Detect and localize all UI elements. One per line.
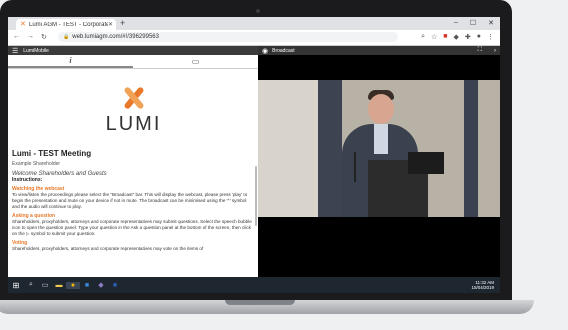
broadcast-header: ◉ Broadcast ⛶ › [258,46,500,55]
maximize-icon[interactable]: ☐ [470,19,476,27]
windows-start-icon[interactable]: ⊞ [8,281,24,290]
section-text: To view/listen the proceedings please se… [12,192,248,209]
info-panel-header: ☰ LumiMobile [8,46,258,55]
lumi-logo-text: LUMI [105,112,162,135]
extension-red-icon[interactable]: ■ [443,33,447,41]
instructions-label: Instructions: [12,177,43,183]
file-explorer-icon[interactable]: ▬ [52,282,66,289]
tab-chat[interactable]: ▭ [133,55,258,68]
address-bar: ← → ↻ 🔒 web.lumiagm.com/#!/396299563 ⌕ ☆… [8,30,500,46]
user-name: Example Shareholder [12,161,61,167]
screen: ✕ Lumi AGM - TEST - Corporate Ba... ✕ + … [8,17,500,293]
info-panel-title: LumiMobile [23,47,49,54]
task-view-icon[interactable]: ▭ [38,281,52,289]
browser-tab[interactable]: ✕ Lumi AGM - TEST - Corporate Ba... ✕ [16,19,116,30]
clock-date: 15/04/2019 [471,285,494,290]
nav-buttons: ← → ↻ [13,33,47,41]
info-icon: i [69,56,72,65]
back-icon[interactable]: ← [13,33,20,41]
close-window-icon[interactable]: ✕ [488,19,494,27]
url-text: web.lumiagm.com/#!/396299563 [72,34,159,40]
section-text: Shareholders, proxyholders, attorneys an… [12,246,204,251]
lumi-app: ☰ LumiMobile i ▭ LUMI Lumi - TEST Meetin… [8,46,500,277]
section-text: Shareholders, proxyholders, attorneys an… [12,219,252,236]
collapse-arrow-icon[interactable]: › [494,48,496,54]
laptop-notch [225,300,295,305]
url-input[interactable]: 🔒 web.lumiagm.com/#!/396299563 [58,32,398,42]
browser-tab-bar: ✕ Lumi AGM - TEST - Corporate Ba... ✕ + … [8,17,500,30]
chat-icon: ▭ [191,57,200,66]
camera-dot [256,9,260,13]
star-icon[interactable]: ☆ [431,33,437,41]
broadcast-panel: ◉ Broadcast ⛶ › [258,46,500,277]
info-panel: ☰ LumiMobile i ▭ LUMI Lumi - TEST Meetin… [8,46,258,277]
scrollbar[interactable] [255,166,257,226]
hamburger-menu-icon[interactable]: ☰ [12,47,18,55]
lumi-favicon-icon: ✕ [20,20,26,28]
close-tab-icon[interactable]: ✕ [108,21,113,28]
chrome-icon[interactable]: ● [66,281,80,289]
zoom-icon[interactable]: ⌕ [421,33,425,41]
windows-taskbar: ⊞ ⌕ ▭ ▬ ● ■ ◆ ■ 11:32 AM 15/04/2019 [8,277,500,293]
tab-info[interactable]: i [8,55,133,68]
laptop: ✕ Lumi AGM - TEST - Corporate Ba... ✕ + … [0,0,568,330]
minimize-icon[interactable]: – [454,19,458,27]
lock-icon: 🔒 [63,34,70,40]
lumi-logo: LUMI [12,75,255,145]
app-icon[interactable]: ◆ [94,281,108,289]
outlook-icon[interactable]: ■ [80,282,94,289]
profile-icon[interactable]: ● [477,33,481,41]
fullscreen-icon[interactable]: ⛶ [478,47,482,54]
info-content: LUMI Lumi - TEST Meeting Example Shareho… [8,69,258,281]
extension-icons: ⌕ ☆ ■ ◆ ✚ ● ⋮ [421,33,494,41]
menu-dots-icon[interactable]: ⋮ [487,33,494,41]
broadcast-title: Broadcast [272,47,295,54]
extension-icon[interactable]: ◆ [454,33,459,41]
tab-title: Lumi AGM - TEST - Corporate Ba... [29,21,108,28]
new-tab-icon[interactable]: + [120,18,125,28]
system-tray: 11:32 AM 15/04/2019 [471,280,494,290]
reload-icon[interactable]: ↻ [41,33,47,41]
webcast-video[interactable] [258,80,500,217]
forward-icon[interactable]: → [27,33,34,41]
puzzle-icon[interactable]: ✚ [465,33,471,41]
broadcast-icon: ◉ [262,47,269,55]
info-panel-tabs: i ▭ [8,55,258,69]
word-icon[interactable]: ■ [108,282,122,289]
search-icon[interactable]: ⌕ [24,281,38,289]
lumi-logo-mark-icon [121,85,147,111]
meeting-title: Lumi - TEST Meeting [12,149,92,158]
window-controls: – ☐ ✕ [454,19,494,27]
